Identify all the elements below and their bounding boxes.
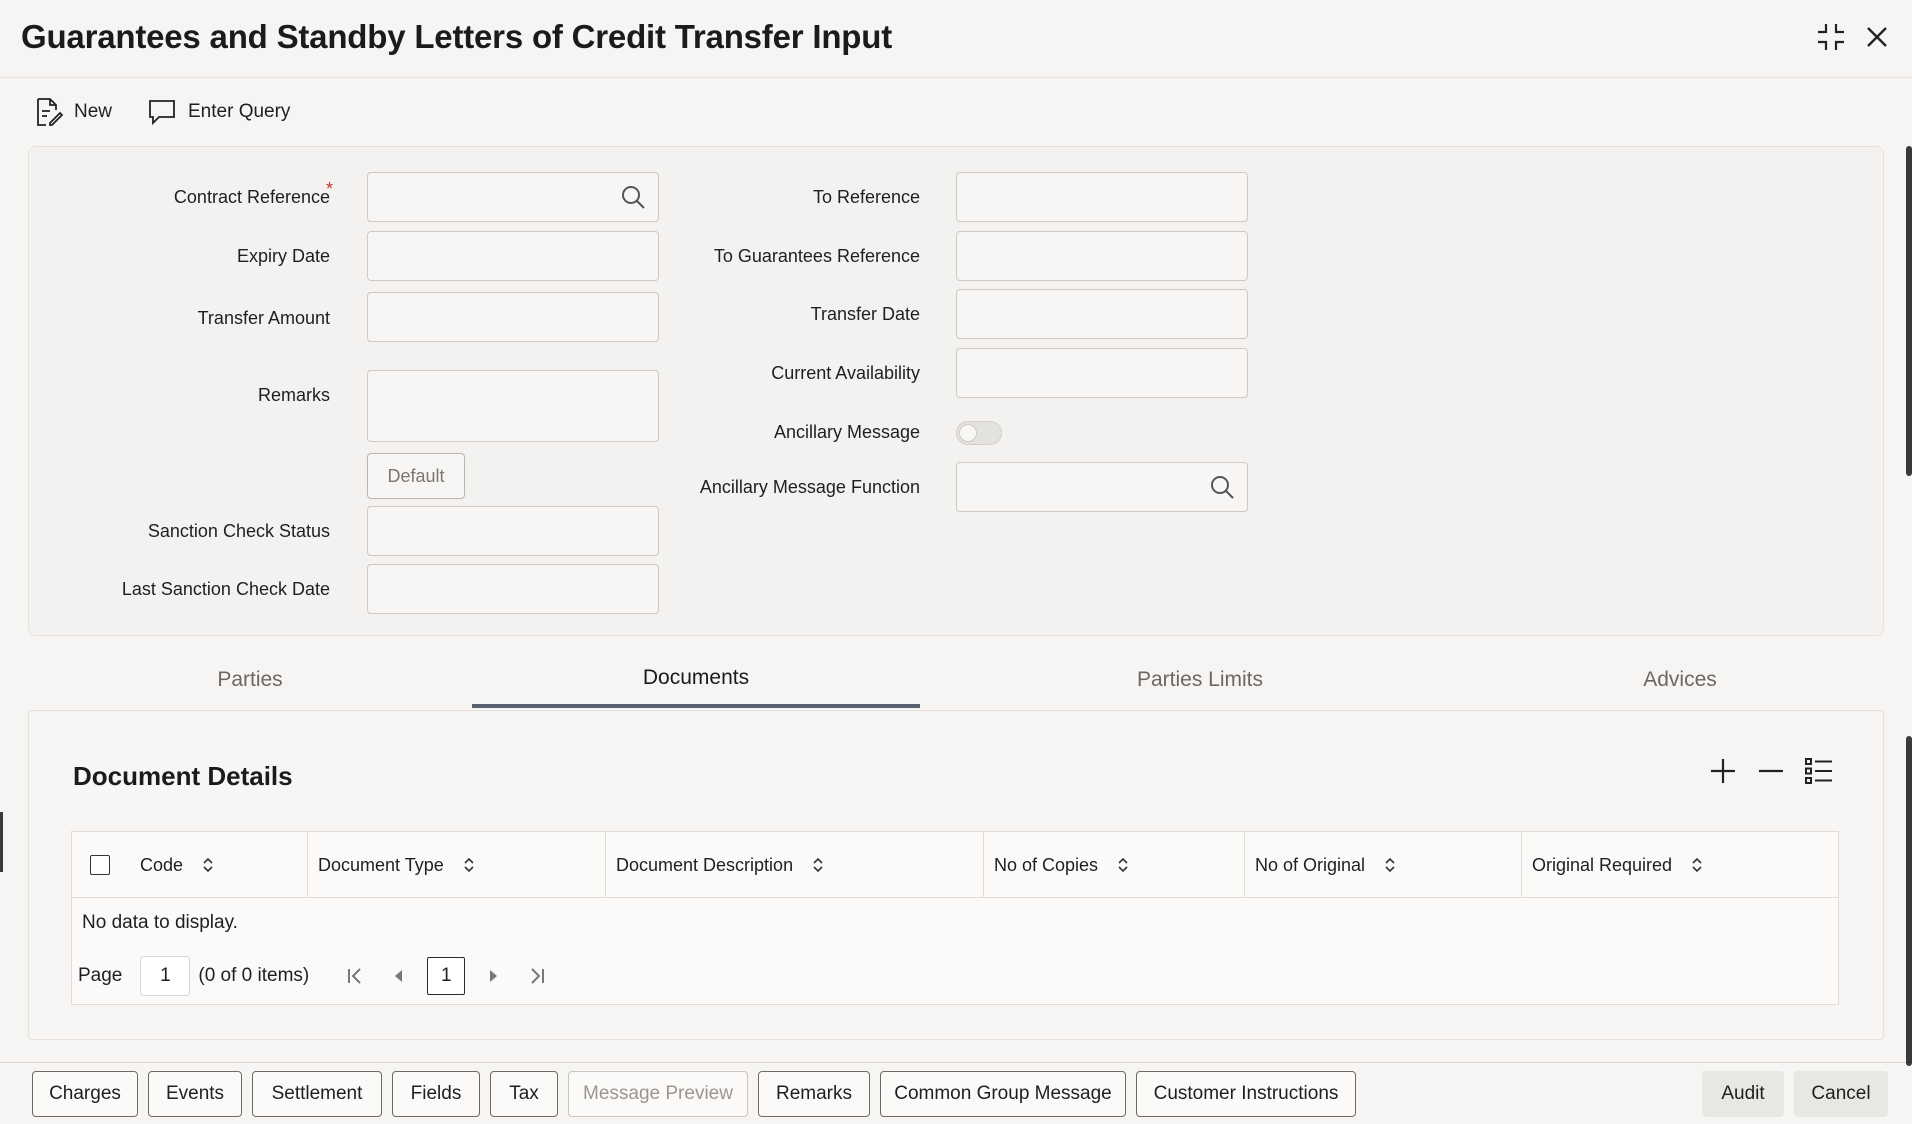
previous-page-icon[interactable] <box>387 964 411 988</box>
message-preview-button[interactable]: Message Preview <box>568 1071 748 1117</box>
page-number-input[interactable]: 1 <box>140 956 191 996</box>
transfer-date-label: Transfer Date <box>810 304 920 324</box>
tab-documents[interactable]: Documents <box>472 652 920 708</box>
list-view-icon[interactable] <box>1803 755 1835 787</box>
last-page-icon[interactable] <box>525 964 549 988</box>
sort-icon[interactable] <box>1116 855 1130 875</box>
search-icon[interactable] <box>620 184 646 210</box>
toggle-knob <box>959 424 977 442</box>
header-document-type[interactable]: Document Type <box>308 832 606 898</box>
enter-query-label: Enter Query <box>188 101 291 122</box>
grid-toolbar <box>1707 755 1835 787</box>
settlement-button[interactable]: Settlement <box>252 1071 382 1117</box>
contract-reference-input[interactable] <box>367 172 659 222</box>
expiry-date-label: Expiry Date <box>236 246 330 266</box>
left-edge-marker <box>0 812 3 872</box>
last-sanction-check-date-label: Last Sanction Check Date <box>121 579 330 599</box>
sort-icon[interactable] <box>201 855 215 875</box>
footer-actions: Charges Events Settlement Fields Tax Mes… <box>0 1062 1912 1124</box>
item-summary: (0 of 0 items) <box>198 965 310 986</box>
transfer-amount-input[interactable] <box>367 292 659 342</box>
tab-parties[interactable]: Parties <box>28 652 472 708</box>
sort-icon[interactable] <box>1690 855 1704 875</box>
sanction-check-status-label: Sanction Check Status <box>147 521 330 541</box>
remarks-textarea[interactable] <box>367 370 659 442</box>
transfer-date-input[interactable] <box>956 289 1248 339</box>
close-icon[interactable] <box>1860 20 1894 54</box>
enter-query-button[interactable]: Enter Query <box>146 90 290 134</box>
document-grid: Code Document Type Document Description … <box>71 831 1839 1005</box>
document-details-panel: Document Details Code Document Type Docu… <box>28 710 1884 1040</box>
current-availability-label: Current Availability <box>771 363 920 383</box>
tax-button[interactable]: Tax <box>490 1071 558 1117</box>
sort-icon[interactable] <box>811 855 825 875</box>
column-label: Document Description <box>616 854 794 875</box>
ancillary-message-function-label: Ancillary Message Function <box>699 477 920 497</box>
toolbar: New Enter Query <box>0 90 600 134</box>
customer-instructions-button[interactable]: Customer Instructions <box>1136 1071 1356 1117</box>
sanction-check-status-input[interactable] <box>367 506 659 556</box>
audit-button[interactable]: Audit <box>1702 1071 1784 1117</box>
select-all-checkbox[interactable] <box>90 855 110 875</box>
column-label: No of Original <box>1255 854 1366 875</box>
new-document-icon <box>37 98 64 126</box>
first-page-icon[interactable] <box>343 964 367 988</box>
to-reference-input[interactable] <box>956 172 1248 222</box>
default-button[interactable]: Default <box>367 453 465 499</box>
header-original-required[interactable]: Original Required <box>1522 832 1840 898</box>
to-guarantees-reference-input[interactable] <box>956 231 1248 281</box>
window-header: Guarantees and Standby Letters of Credit… <box>0 0 1912 78</box>
vertical-scrollbar-lower[interactable] <box>1906 736 1912 1066</box>
to-reference-label: To Reference <box>812 187 920 207</box>
header-code[interactable]: Code <box>72 832 308 898</box>
column-label: Original Required <box>1532 854 1673 875</box>
current-page-button[interactable]: 1 <box>427 957 466 995</box>
ancillary-message-toggle[interactable] <box>956 421 1002 445</box>
next-page-icon[interactable] <box>481 964 505 988</box>
header-document-description[interactable]: Document Description <box>606 832 984 898</box>
column-label: No of Copies <box>994 854 1099 875</box>
page-label: Page <box>78 965 123 986</box>
new-button[interactable]: New <box>32 90 112 134</box>
ancillary-message-function-input[interactable] <box>956 462 1248 512</box>
sort-icon[interactable] <box>1383 855 1397 875</box>
required-mark: * <box>326 179 334 199</box>
comment-icon <box>149 100 175 126</box>
remove-row-icon[interactable] <box>1755 755 1787 787</box>
charges-button[interactable]: Charges <box>32 1071 138 1117</box>
add-row-icon[interactable] <box>1707 755 1739 787</box>
shrink-icon[interactable] <box>1814 20 1848 54</box>
header-no-of-original[interactable]: No of Original <box>1245 832 1522 898</box>
section-title: Document Details <box>73 761 293 791</box>
events-button[interactable]: Events <box>148 1071 242 1117</box>
detail-tabs: Parties Documents Parties Limits Advices <box>0 652 1912 708</box>
empty-message: No data to display. <box>82 912 238 933</box>
new-label: New <box>74 101 113 122</box>
to-guarantees-reference-label: To Guarantees Reference <box>713 246 920 266</box>
page-title: Guarantees and Standby Letters of Credit… <box>21 18 892 55</box>
ancillary-message-label: Ancillary Message <box>773 422 920 442</box>
remarks-label: Remarks <box>257 385 330 405</box>
search-icon[interactable] <box>1209 474 1235 500</box>
pagination: Page 1 (0 of 0 items) 1 <box>78 956 559 996</box>
tab-parties-limits[interactable]: Parties Limits <box>1000 652 1400 708</box>
column-label: Code <box>140 854 184 875</box>
transfer-amount-label: Transfer Amount <box>197 308 330 328</box>
remarks-button[interactable]: Remarks <box>758 1071 870 1117</box>
header-no-of-copies[interactable]: No of Copies <box>984 832 1245 898</box>
common-group-message-button[interactable]: Common Group Message <box>880 1071 1126 1117</box>
current-availability-input[interactable] <box>956 348 1248 398</box>
sort-icon[interactable] <box>462 855 476 875</box>
cancel-button[interactable]: Cancel <box>1794 1071 1888 1117</box>
last-sanction-check-date-input[interactable] <box>367 564 659 614</box>
grid-header: Code Document Type Document Description … <box>72 832 1838 898</box>
vertical-scrollbar[interactable] <box>1906 146 1912 476</box>
contract-reference-label: Contract Reference <box>173 187 330 207</box>
tab-advices[interactable]: Advices <box>1480 652 1880 708</box>
transfer-form-panel: Contract Reference * Expiry Date Transfe… <box>28 146 1884 636</box>
fields-button[interactable]: Fields <box>392 1071 480 1117</box>
column-label: Document Type <box>318 854 444 875</box>
expiry-date-input[interactable] <box>367 231 659 281</box>
